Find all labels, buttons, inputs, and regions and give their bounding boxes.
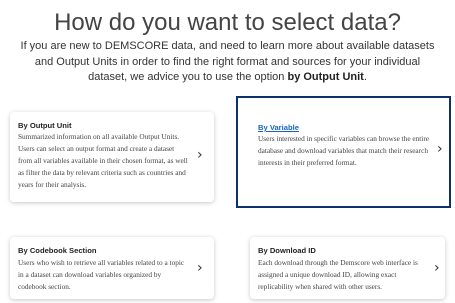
intro-paragraph: If you are new to DEMSCORE data, and nee… xyxy=(20,40,435,83)
option-title: By Download ID xyxy=(258,246,316,255)
option-description: Each download through the Demscore web i… xyxy=(258,258,418,291)
option-title: By Output Unit xyxy=(18,121,72,130)
page-title: How do you want to select data? xyxy=(54,9,401,36)
option-title: By Codebook Section xyxy=(18,246,97,255)
option-card-output-unit[interactable]: By Output Unit Summarized information on… xyxy=(10,112,214,202)
chevron-right-icon[interactable]: › xyxy=(437,142,443,156)
option-card-variable[interactable]: By Variable Users interested in specific… xyxy=(236,96,451,208)
intro-text: If you are new to DEMSCORE data, and nee… xyxy=(20,40,435,83)
chevron-right-icon[interactable]: › xyxy=(197,261,203,275)
chevron-right-icon[interactable]: › xyxy=(197,148,203,162)
option-description: Summarized information on all available … xyxy=(18,132,188,189)
chevron-right-icon[interactable]: › xyxy=(434,261,440,275)
intro-emphasis: by Output Unit xyxy=(287,71,364,83)
option-title-link[interactable]: By Variable xyxy=(258,123,299,133)
option-card-codebook-section[interactable]: By Codebook Section Users who wish to re… xyxy=(10,237,214,299)
option-card-download-id[interactable]: By Download ID Each download through the… xyxy=(250,237,445,299)
option-description: Users who wish to retrieve all variables… xyxy=(18,258,185,291)
option-description: Users interested in specific variables c… xyxy=(258,134,430,167)
